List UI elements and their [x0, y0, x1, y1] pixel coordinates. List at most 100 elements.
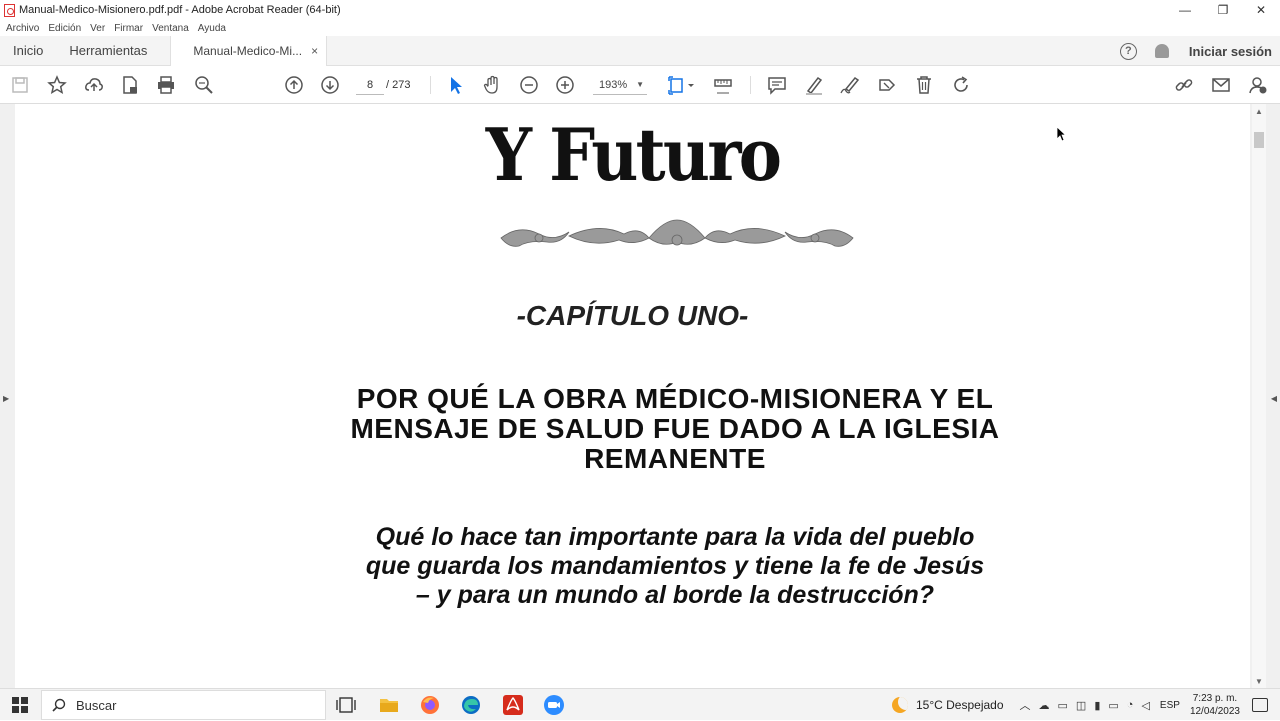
clock-time: 7:23 p. m. [1192, 693, 1238, 704]
tab-bar: Inicio Herramientas Manual-Medico-Mi... … [0, 35, 1280, 66]
zoom-out-icon[interactable] [519, 75, 539, 95]
search-zoom-icon[interactable] [194, 75, 214, 95]
microphone-icon[interactable]: ▮ [1094, 699, 1100, 712]
select-arrow-icon[interactable] [446, 75, 466, 95]
toolbar-separator [430, 76, 431, 94]
chevron-down-icon: ▼ [636, 80, 644, 89]
next-page-icon[interactable] [320, 75, 340, 95]
file-explorer-icon[interactable] [378, 694, 400, 716]
page-number-input[interactable]: 8 [356, 75, 384, 95]
edit-document-icon[interactable] [877, 75, 897, 95]
windows-start-icon[interactable] [12, 697, 28, 713]
hand-tool-icon[interactable] [482, 75, 502, 95]
language-indicator[interactable]: ESP [1160, 700, 1180, 711]
meet-icon[interactable]: ▭ [1058, 699, 1068, 712]
fit-chevron-icon[interactable] [686, 75, 696, 95]
acrobat-icon[interactable] [502, 694, 524, 716]
pdf-page: Y Futuro -CAPÍTULO UNO- POR QUÉ LA OBRA … [15, 104, 1250, 688]
menu-ventana[interactable]: Ventana [152, 23, 189, 34]
clock[interactable]: 7:23 p. m. 12/04/2023 [1190, 692, 1240, 718]
menu-ver[interactable]: Ver [90, 23, 105, 34]
question-line: que guarda los mandamientos y tiene la f… [365, 552, 985, 580]
zoom-in-icon[interactable] [555, 75, 575, 95]
toolbar: 8 / 273 193% ▼ [0, 66, 1280, 104]
battery-icon[interactable]: ▭ [1108, 699, 1118, 712]
scroll-thumb[interactable] [1254, 132, 1264, 148]
zoom-select[interactable]: 193% ▼ [593, 75, 647, 95]
cloud-icon[interactable]: ☁ [1039, 699, 1050, 712]
previous-page-icon[interactable] [284, 75, 304, 95]
chevron-up-icon[interactable]: ︿ [1020, 697, 1031, 713]
scroll-up-icon[interactable]: ▲ [1255, 107, 1263, 116]
trash-icon[interactable] [914, 75, 934, 95]
camera-icon[interactable]: ◫ [1076, 699, 1086, 712]
left-panel-toggle-icon[interactable]: ▶ [3, 394, 9, 403]
close-window-button[interactable]: ✕ [1242, 0, 1280, 20]
tab-inicio[interactable]: Inicio [0, 36, 56, 66]
search-icon [52, 698, 66, 712]
menu-edicion[interactable]: Edición [48, 23, 81, 34]
wifi-icon[interactable]: ◔ [1127, 699, 1134, 711]
tab-herramientas[interactable]: Herramientas [56, 36, 160, 66]
title-bar: Manual-Medico-Misionero.pdf.pdf - Adobe … [0, 0, 1280, 20]
heading-line: MENSAJE DE SALUD FUE DADO A LA IGLESIA [350, 413, 1000, 444]
email-icon[interactable] [1211, 75, 1231, 95]
notifications-icon[interactable] [1252, 698, 1268, 712]
zoom-value: 193% [599, 79, 628, 91]
clock-date: 12/04/2023 [1189, 706, 1240, 717]
acrobat-app-icon [4, 3, 15, 17]
print-icon[interactable] [156, 75, 176, 95]
bell-icon[interactable] [1154, 44, 1169, 58]
tab-bar-right: ? Iniciar sesión [1119, 36, 1272, 66]
zoom-app-icon[interactable] [543, 694, 565, 716]
document-tab-label: Manual-Medico-Mi... [193, 43, 303, 58]
taskbar: Buscar 15°C Despejado ︿ ☁ ▭ ◫ ▮ ▭ ◔ ◁ ES… [0, 688, 1280, 720]
volume-icon[interactable]: ◁ [1141, 699, 1149, 712]
page-total: / 273 [386, 79, 411, 91]
system-tray: 15°C Despejado ︿ ☁ ▭ ◫ ▮ ▭ ◔ ◁ ESP 7:23 … [891, 689, 1280, 721]
tray-icons: ︿ ☁ ▭ ◫ ▮ ▭ ◔ ◁ [1016, 697, 1154, 713]
star-icon[interactable] [47, 75, 67, 95]
ruler-line-icon [713, 91, 733, 99]
close-tab-icon[interactable]: × [311, 44, 318, 58]
sign-icon[interactable] [840, 75, 860, 95]
vertical-scrollbar[interactable]: ▲ ▼ [1252, 104, 1266, 688]
save-icon[interactable] [10, 75, 30, 95]
document-title: Y Futuro [485, 112, 782, 197]
chapter-heading: -CAPÍTULO UNO- [516, 300, 749, 331]
menu-firmar[interactable]: Firmar [114, 23, 143, 34]
taskbar-search[interactable]: Buscar [41, 690, 326, 720]
toolbar-separator [750, 76, 751, 94]
subtitle-question: Qué lo hace tan importante para la vida … [245, 523, 1105, 610]
help-icon[interactable]: ? [1119, 42, 1137, 60]
tab-document[interactable]: Manual-Medico-Mi... × [170, 35, 328, 66]
menu-archivo[interactable]: Archivo [6, 23, 39, 34]
fit-page-icon[interactable] [667, 75, 687, 95]
file-lock-icon[interactable] [120, 75, 140, 95]
ornament-divider-icon [500, 219, 854, 247]
highlight-pen-icon[interactable] [804, 75, 824, 95]
cloud-upload-icon[interactable] [84, 75, 104, 95]
firefox-icon[interactable] [419, 694, 441, 716]
section-heading: POR QUÉ LA OBRA MÉDICO-MISIONERA Y EL ME… [245, 384, 1105, 474]
task-view-icon[interactable] [335, 694, 357, 716]
heading-line: REMANENTE [584, 443, 766, 474]
signin-link[interactable]: Iniciar sesión [1189, 44, 1272, 59]
rotate-icon[interactable] [951, 75, 971, 95]
edge-icon[interactable] [460, 694, 482, 716]
scroll-down-icon[interactable]: ▼ [1255, 677, 1263, 686]
search-placeholder: Buscar [76, 697, 117, 713]
share-link-icon[interactable] [1174, 75, 1194, 95]
question-line: Qué lo hace tan importante para la vida … [375, 523, 975, 551]
mouse-cursor-icon [1056, 126, 1066, 142]
restore-button[interactable]: ❐ [1204, 0, 1242, 20]
heading-line: POR QUÉ LA OBRA MÉDICO-MISIONERA Y EL [356, 383, 994, 414]
menu-ayuda[interactable]: Ayuda [198, 23, 226, 34]
comment-icon[interactable] [767, 75, 787, 95]
weather-widget[interactable]: 15°C Despejado [891, 697, 1004, 713]
right-panel-toggle-icon[interactable]: ◀ [1271, 394, 1277, 403]
minimize-button[interactable]: — [1166, 0, 1204, 20]
document-area[interactable]: ▶ Y Futuro -CAPÍTULO UNO- POR QUÉ LA OBR… [0, 104, 1280, 688]
account-add-icon[interactable] [1248, 75, 1268, 95]
weather-text: 15°C Despejado [915, 698, 1004, 712]
